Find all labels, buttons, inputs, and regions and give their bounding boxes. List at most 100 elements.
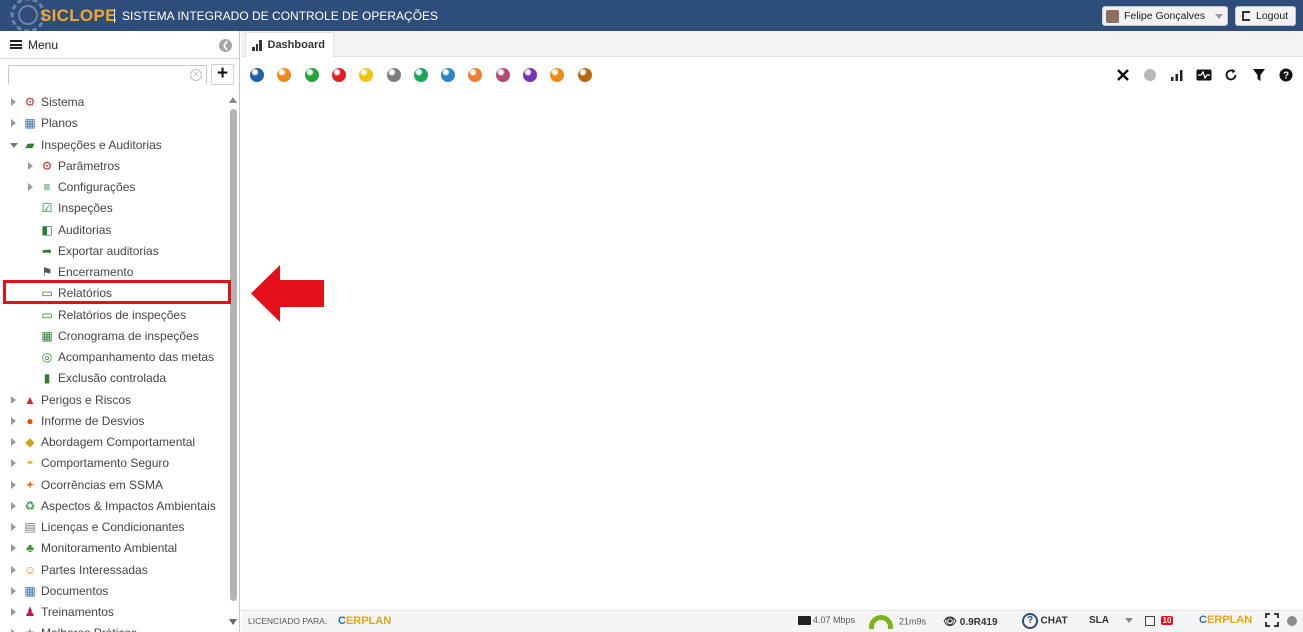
sidebar-item-label: Parâmetros — [58, 158, 121, 173]
chevron-right-icon[interactable] — [11, 98, 16, 106]
sidebar-item-licencas-e-condicionantes[interactable]: ▤ Licenças e Condicionantes — [0, 517, 228, 538]
status-dot-6[interactable] — [386, 68, 401, 82]
speed-value: 4.07 Mbps — [813, 615, 856, 625]
status-dot-icon[interactable] — [1142, 67, 1158, 83]
scroll-up-icon[interactable] — [229, 97, 237, 103]
session-indicator: 21m9s — [869, 615, 926, 629]
sidebar-item-aspectos-impactos-ambientais[interactable]: ♻ Aspectos & Impactos Ambientais — [0, 496, 228, 517]
sidebar-item-acompanhamento-das-metas[interactable]: ◎ Acompanhamento das metas — [0, 347, 228, 368]
notification-badge: 10 — [1160, 616, 1174, 626]
scrollbar[interactable] — [229, 91, 238, 632]
chevron-right-icon[interactable] — [11, 501, 16, 510]
refresh-icon[interactable] — [1223, 67, 1239, 83]
search-input[interactable] — [9, 67, 206, 85]
phone-icon: ● — [26, 413, 34, 428]
signal-icon[interactable] — [1169, 67, 1185, 83]
clear-search-icon[interactable]: ✕ — [190, 69, 202, 81]
status-bar: LICENCIADO PARA: CERPLAN 4.07 Mbps 21m9s… — [241, 610, 1303, 632]
status-dot-12[interactable] — [550, 68, 565, 82]
status-dot-8[interactable] — [441, 68, 456, 82]
sidebar-item-configuracoes[interactable]: ≡ Configurações — [0, 177, 228, 198]
sidebar-item-ocorrencias-em-ssma[interactable]: ✦ Ocorrências em SSMA — [0, 475, 228, 496]
logout-button[interactable]: Logout — [1235, 6, 1296, 26]
add-button[interactable]: + — [211, 64, 234, 85]
chat-button[interactable]: ? CHAT — [1022, 613, 1068, 629]
session-ring-icon — [869, 615, 893, 629]
sidebar-item-planos[interactable]: ▦ Planos — [0, 113, 228, 134]
sidebar-item-documentos[interactable]: ▦ Documentos — [0, 581, 228, 602]
fullscreen-icon[interactable] — [1265, 613, 1279, 629]
chevron-right-icon[interactable] — [11, 565, 16, 574]
status-dot-9[interactable] — [468, 68, 483, 82]
tab-bar: Dashboard — [241, 31, 1303, 57]
pulse-icon[interactable] — [1196, 67, 1212, 83]
status-dot-11[interactable] — [523, 68, 537, 82]
sidebar-item-informe-de-desvios[interactable]: ● Informe de Desvios — [0, 411, 228, 432]
chevron-right-icon[interactable] — [11, 523, 16, 531]
chevron-right-icon[interactable] — [11, 416, 16, 425]
sidebar-item-exportar-auditorias[interactable]: ➦ Exportar auditorias — [0, 241, 228, 262]
sidebar-item-parametros[interactable]: ⚙ Parâmetros — [0, 156, 228, 177]
chevron-right-icon[interactable] — [11, 395, 16, 404]
chevron-right-icon[interactable] — [11, 586, 16, 595]
sidebar-item-perigos-e-riscos[interactable]: ▲ Perigos e Riscos — [0, 390, 228, 411]
user-menu-button[interactable]: Felipe Gonçalves — [1102, 6, 1228, 26]
sidebar-item-inspecoes[interactable]: ☑ Inspeções — [0, 198, 228, 219]
sidebar-item-treinamentos[interactable]: ♟ Treinamentos — [0, 602, 228, 623]
schedule-icon: ▦ — [41, 328, 53, 343]
collapse-sidebar-button[interactable]: ❮ — [219, 39, 232, 52]
help-icon[interactable]: ? — [1278, 67, 1294, 83]
filter-icon[interactable] — [1251, 67, 1267, 83]
status-dot-4[interactable] — [331, 68, 346, 82]
sidebar-item-cronograma-de-inspecoes[interactable]: ▦ Cronograma de inspeções — [0, 326, 228, 347]
audit-icon: ◧ — [41, 222, 53, 237]
sidebar-item-melhores-praticas[interactable]: ★ Melhores Práticas — [0, 623, 228, 632]
brand-logo-right: CERPLAN — [1199, 614, 1253, 626]
sidebar-item-exclusao-controlada[interactable]: ▮ Exclusão controlada — [0, 368, 228, 389]
status-dot-1[interactable] — [250, 68, 264, 82]
chevron-right-icon[interactable] — [28, 183, 33, 191]
chevron-down-icon — [1125, 618, 1134, 623]
sidebar-item-auditorias[interactable]: ◧ Auditorias — [0, 220, 228, 241]
session-time: 21m9s — [899, 616, 927, 627]
status-dot-2[interactable] — [277, 68, 292, 82]
sidebar-item-inspecoes-e-auditorias[interactable]: ▰ Inspeções e Auditorias — [0, 135, 228, 156]
status-dot-5[interactable] — [359, 68, 374, 82]
scroll-down-icon[interactable] — [229, 619, 237, 625]
status-dot-3[interactable] — [304, 68, 319, 82]
sidebar-item-sistema[interactable]: ⚙ Sistema — [0, 92, 228, 113]
sidebar-item-label: Aspectos & Impactos Ambientais — [41, 498, 216, 513]
chevron-right-icon[interactable] — [11, 608, 16, 616]
calendar-icon: ▦ — [24, 116, 36, 131]
clipboard-check-icon: ☑ — [41, 201, 53, 216]
scrollbar-thumb[interactable] — [230, 109, 237, 601]
chevron-right-icon[interactable] — [11, 459, 16, 468]
sidebar-item-abordagem-comportamental[interactable]: ◆ Abordagem Comportamental — [0, 432, 228, 453]
status-dot-7[interactable] — [413, 68, 428, 82]
chevron-right-icon[interactable] — [11, 438, 16, 446]
sidebar-item-relatorios-de-inspecoes[interactable]: ▭ Relatórios de inspeções — [0, 305, 228, 326]
chevron-right-icon[interactable] — [28, 161, 33, 170]
status-dot-10[interactable] — [495, 68, 510, 82]
brand-name-right: ERPLAN — [1206, 614, 1253, 626]
sidebar-item-comportamento-seguro[interactable]: ◓ Comportamento Seguro — [0, 453, 228, 474]
sidebar-item-label: Encerramento — [58, 265, 134, 279]
chevron-right-icon[interactable] — [11, 544, 16, 553]
tab-dashboard[interactable]: Dashboard — [245, 32, 334, 57]
version-indicator: 👁 0.9R419 — [943, 615, 998, 628]
sidebar-item-label: Sistema — [41, 95, 85, 109]
sidebar-item-monitoramento-ambiental[interactable]: ♣ Monitoramento Ambiental — [0, 538, 228, 559]
sidebar: Menu ❮ ✕ + ⚙ Sistema ▦ Planos ▰ Inspeções e A… — [0, 31, 240, 632]
status-dot-13[interactable] — [577, 68, 592, 82]
notifications-button[interactable]: 10 — [1145, 615, 1174, 626]
close-icon[interactable] — [1115, 67, 1131, 83]
sla-label: SLA — [1089, 615, 1109, 626]
sidebar-item-label: Abordagem Comportamental — [41, 435, 196, 449]
logout-icon — [1242, 11, 1250, 21]
chevron-right-icon[interactable] — [11, 119, 16, 128]
sidebar-item-partes-interessadas[interactable]: ☺ Partes Interessadas — [0, 560, 228, 581]
menu-icon[interactable] — [10, 40, 22, 49]
sla-dropdown[interactable]: SLA — [1089, 615, 1134, 626]
chevron-down-icon[interactable] — [10, 142, 18, 148]
chevron-right-icon[interactable] — [11, 480, 16, 489]
